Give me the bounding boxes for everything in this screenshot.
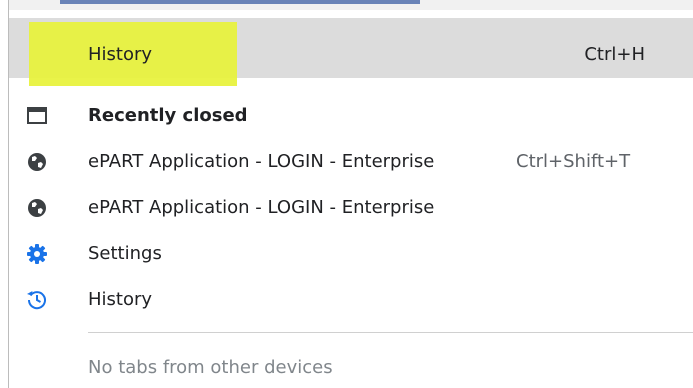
globe-icon xyxy=(26,197,48,219)
history-clock-icon xyxy=(26,289,48,311)
window-accent-line xyxy=(60,0,420,4)
history-link-label: History xyxy=(88,289,153,310)
menu-divider xyxy=(88,332,693,333)
reopen-tab-shortcut: Ctrl+Shift+T xyxy=(516,151,631,172)
window-left-edge xyxy=(0,0,9,388)
history-link-item[interactable]: History xyxy=(9,278,693,322)
window-icon xyxy=(26,105,48,127)
history-menu-item[interactable]: History Ctrl+H xyxy=(9,18,693,86)
settings-menu-item[interactable]: Settings xyxy=(9,232,693,276)
settings-label: Settings xyxy=(88,243,162,264)
recently-closed-item-2-label: ePART Application - LOGIN - Enterprise xyxy=(88,197,435,218)
history-menu-item-label: History xyxy=(88,44,153,65)
recently-closed-item-2[interactable]: ePART Application - LOGIN - Enterprise xyxy=(9,186,693,230)
recently-closed-item-1[interactable]: ePART Application - LOGIN - Enterprise C… xyxy=(9,140,693,184)
recently-closed-label: Recently closed xyxy=(88,105,248,126)
recently-closed-header[interactable]: Recently closed xyxy=(9,94,693,138)
history-submenu: History Ctrl+H Recently closed ePART App… xyxy=(9,10,693,388)
screen: History Ctrl+H Recently closed ePART App… xyxy=(0,0,693,388)
window-top-edge xyxy=(0,0,693,10)
gear-icon xyxy=(26,243,48,265)
history-shortcut: Ctrl+H xyxy=(584,44,645,65)
recently-closed-item-1-label: ePART Application - LOGIN - Enterprise xyxy=(88,151,435,172)
globe-icon xyxy=(26,151,48,173)
no-tabs-message: No tabs from other devices xyxy=(88,357,333,378)
